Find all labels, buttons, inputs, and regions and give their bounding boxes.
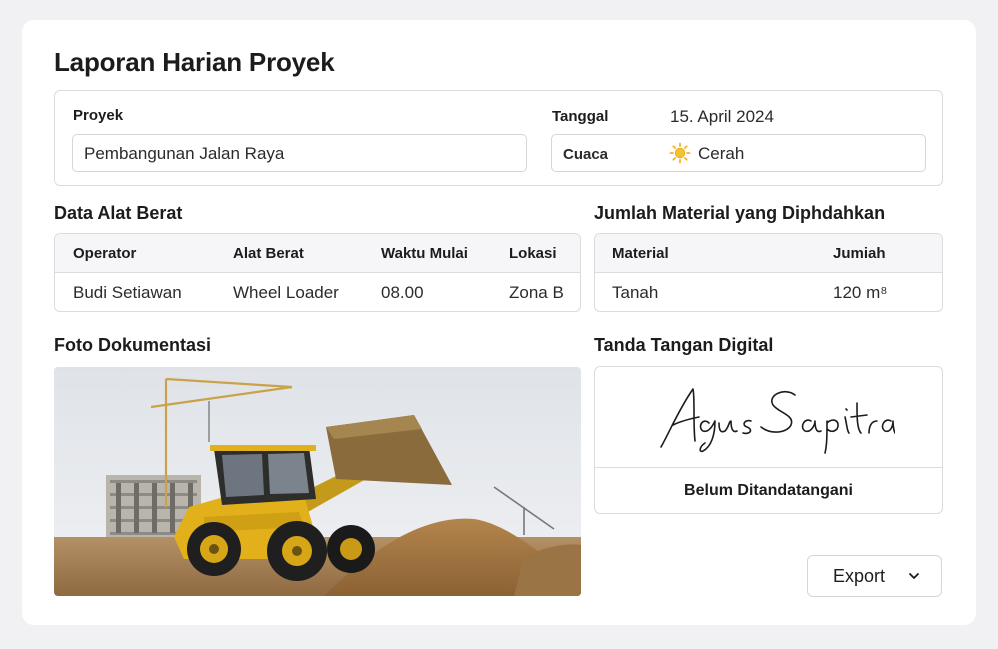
sun-icon <box>669 142 691 164</box>
materials-table-header: Material Jumiah <box>595 234 942 273</box>
photo-section-title: Foto Dokumentasi <box>54 335 212 355</box>
project-info-panel: Proyek Pembangunan Jalan Raya Tanggal 15… <box>54 90 943 186</box>
cell-material: Tanah <box>612 283 659 302</box>
documentation-photo[interactable] <box>54 367 581 596</box>
equipment-table-header: Operator Alat Berat Waktu Mulai Lokasi <box>55 234 580 273</box>
project-input[interactable]: Pembangunan Jalan Raya <box>72 134 527 172</box>
project-label: Proyek <box>73 107 124 124</box>
column-header-location: Lokasi <box>509 245 557 262</box>
signature-status: Belum Ditandatangani <box>684 482 853 499</box>
handwritten-signature <box>660 388 895 454</box>
wheel-loader-photo <box>54 367 581 596</box>
signature-divider <box>595 467 942 468</box>
cell-quantity: 120 m⁸ <box>833 283 888 302</box>
report-card: Laporan Harian Proyek Proyek Pembangunan… <box>22 20 976 625</box>
column-header-equipment: Alat Berat <box>233 245 304 262</box>
date-value: 15. April 2024 <box>670 107 774 126</box>
signature-panel[interactable]: Belum Ditandatangani <box>594 366 943 514</box>
materials-table: Material Jumiah Tanah 120 m⁸ <box>594 233 943 312</box>
column-header-material: Material <box>612 245 669 262</box>
equipment-table: Operator Alat Berat Waktu Mulai Lokasi B… <box>54 233 581 312</box>
cell-operator: Budi Setiawan <box>73 283 182 302</box>
cell-start-time: 08.00 <box>381 283 424 302</box>
project-value: Pembangunan Jalan Raya <box>84 144 285 163</box>
column-header-start-time: Waktu Mulai <box>381 245 468 262</box>
weather-label: Cuaca <box>563 146 609 163</box>
export-button-label: Export <box>833 566 886 586</box>
cell-equipment: Wheel Loader <box>233 283 339 302</box>
materials-section-title: Jumlah Material yang Diphdahkan <box>594 203 886 223</box>
cell-location: Zona B <box>509 283 564 302</box>
column-header-quantity: Jumiah <box>833 245 886 262</box>
page-title: Laporan Harian Proyek <box>54 47 335 77</box>
equipment-section-title: Data Alat Berat <box>54 203 183 223</box>
date-label: Tanggal <box>552 108 609 125</box>
chevron-down-icon <box>909 573 919 579</box>
weather-value: Cerah <box>698 144 745 163</box>
signature-section-title: Tanda Tangan Digital <box>594 335 774 355</box>
weather-field[interactable]: Cuaca Cerah <box>551 134 926 172</box>
export-button[interactable]: Export <box>807 555 942 597</box>
column-header-operator: Operator <box>73 245 137 262</box>
